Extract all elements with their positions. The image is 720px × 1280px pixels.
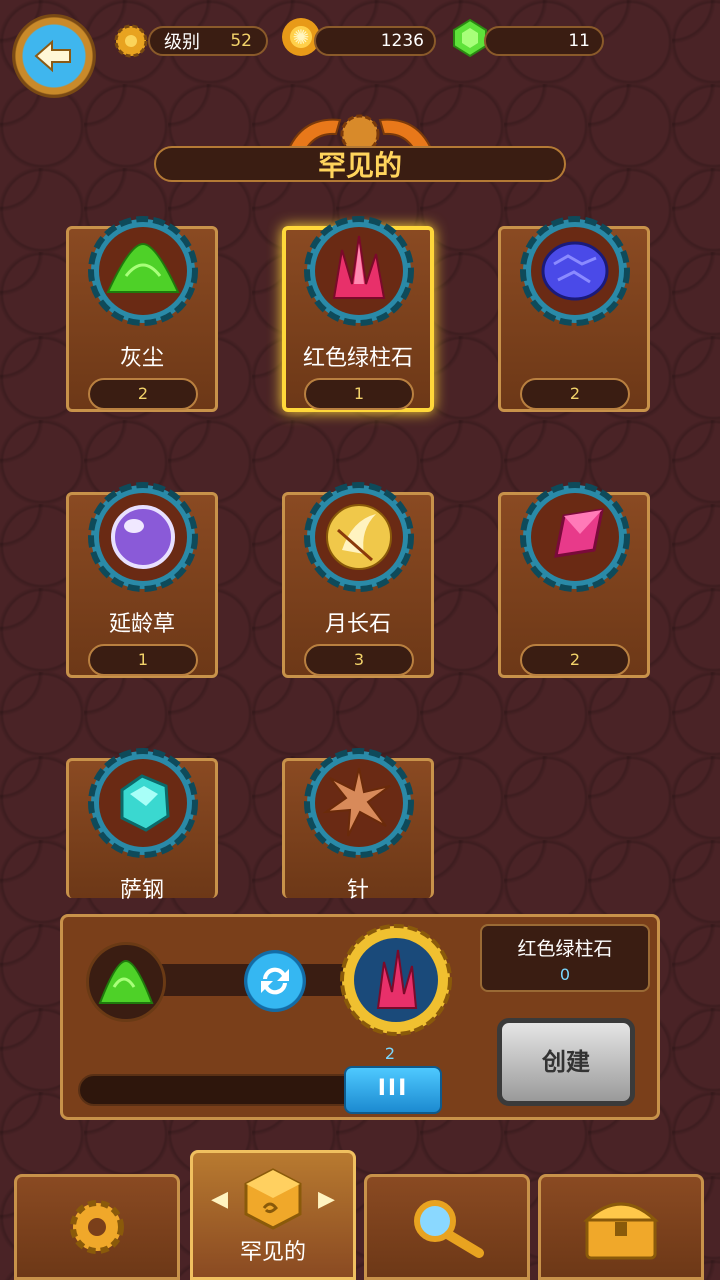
- item-name: 延龄草: [108, 612, 175, 637]
- back-arrow-icon: [34, 39, 71, 73]
- level-display: 级别 52: [148, 26, 268, 56]
- purple-orb-icon: [86, 480, 200, 594]
- tab-search[interactable]: [364, 1174, 530, 1280]
- item-name: 月长石: [324, 612, 391, 637]
- pink-gem-icon: [518, 480, 632, 594]
- item-name: 针: [346, 878, 369, 903]
- result-info: 红色绿柱石 0: [480, 924, 650, 992]
- coin-value: 1236: [380, 31, 424, 51]
- refresh-icon: [261, 967, 289, 995]
- magnifier-icon: [414, 1200, 484, 1258]
- item-name: 灰尘: [119, 346, 164, 371]
- item-count: 2: [520, 644, 630, 676]
- result-slot: [338, 922, 454, 1038]
- item-count: 3: [304, 644, 414, 676]
- cube-icon: [244, 1168, 302, 1230]
- ingredient-slot[interactable]: [86, 942, 166, 1022]
- level-gear-icon: [112, 22, 150, 64]
- tab-next-arrow-icon[interactable]: ▶: [318, 1187, 335, 1212]
- spiky-thorn-icon: [302, 746, 416, 860]
- item-count: 2: [520, 378, 630, 410]
- item-count: 1: [304, 378, 414, 410]
- blue-ore-icon: [518, 214, 632, 328]
- craft-amount: 2: [384, 1044, 396, 1063]
- chest-icon: [583, 1202, 659, 1260]
- item-name: 萨钢: [119, 878, 164, 903]
- page-title: 罕见的: [154, 146, 566, 182]
- result-name: 红色绿柱石: [517, 938, 613, 960]
- tab-prev-arrow-icon[interactable]: ◀: [211, 1187, 228, 1212]
- item-name: 红色绿柱石: [302, 346, 413, 371]
- gear-icon: [70, 1200, 124, 1254]
- item-count: 2: [88, 378, 198, 410]
- result-count: 0: [559, 965, 571, 984]
- coin-display: 1236: [314, 26, 436, 56]
- swap-button[interactable]: [244, 950, 306, 1012]
- tab-settings[interactable]: [14, 1174, 180, 1280]
- gem-value: 11: [568, 31, 590, 51]
- gem-display: 11: [484, 26, 604, 56]
- green-dust-pile-icon: [86, 214, 200, 328]
- amount-slider-thumb[interactable]: III: [344, 1066, 442, 1114]
- red-crystal-icon: [302, 214, 416, 328]
- back-button[interactable]: [12, 14, 96, 98]
- tab-rare-label: 罕见的: [239, 1240, 306, 1265]
- level-value: 52: [230, 31, 252, 51]
- moonstone-icon: [302, 480, 416, 594]
- create-button[interactable]: 创建: [497, 1018, 635, 1106]
- teal-crystal-icon: [86, 746, 200, 860]
- tab-rare[interactable]: ◀ ▶ 罕见的: [190, 1150, 356, 1280]
- level-label: 级别: [164, 32, 200, 53]
- tab-chest[interactable]: [538, 1174, 704, 1280]
- item-count: 1: [88, 644, 198, 676]
- green-dust-pile-icon: [98, 959, 154, 1004]
